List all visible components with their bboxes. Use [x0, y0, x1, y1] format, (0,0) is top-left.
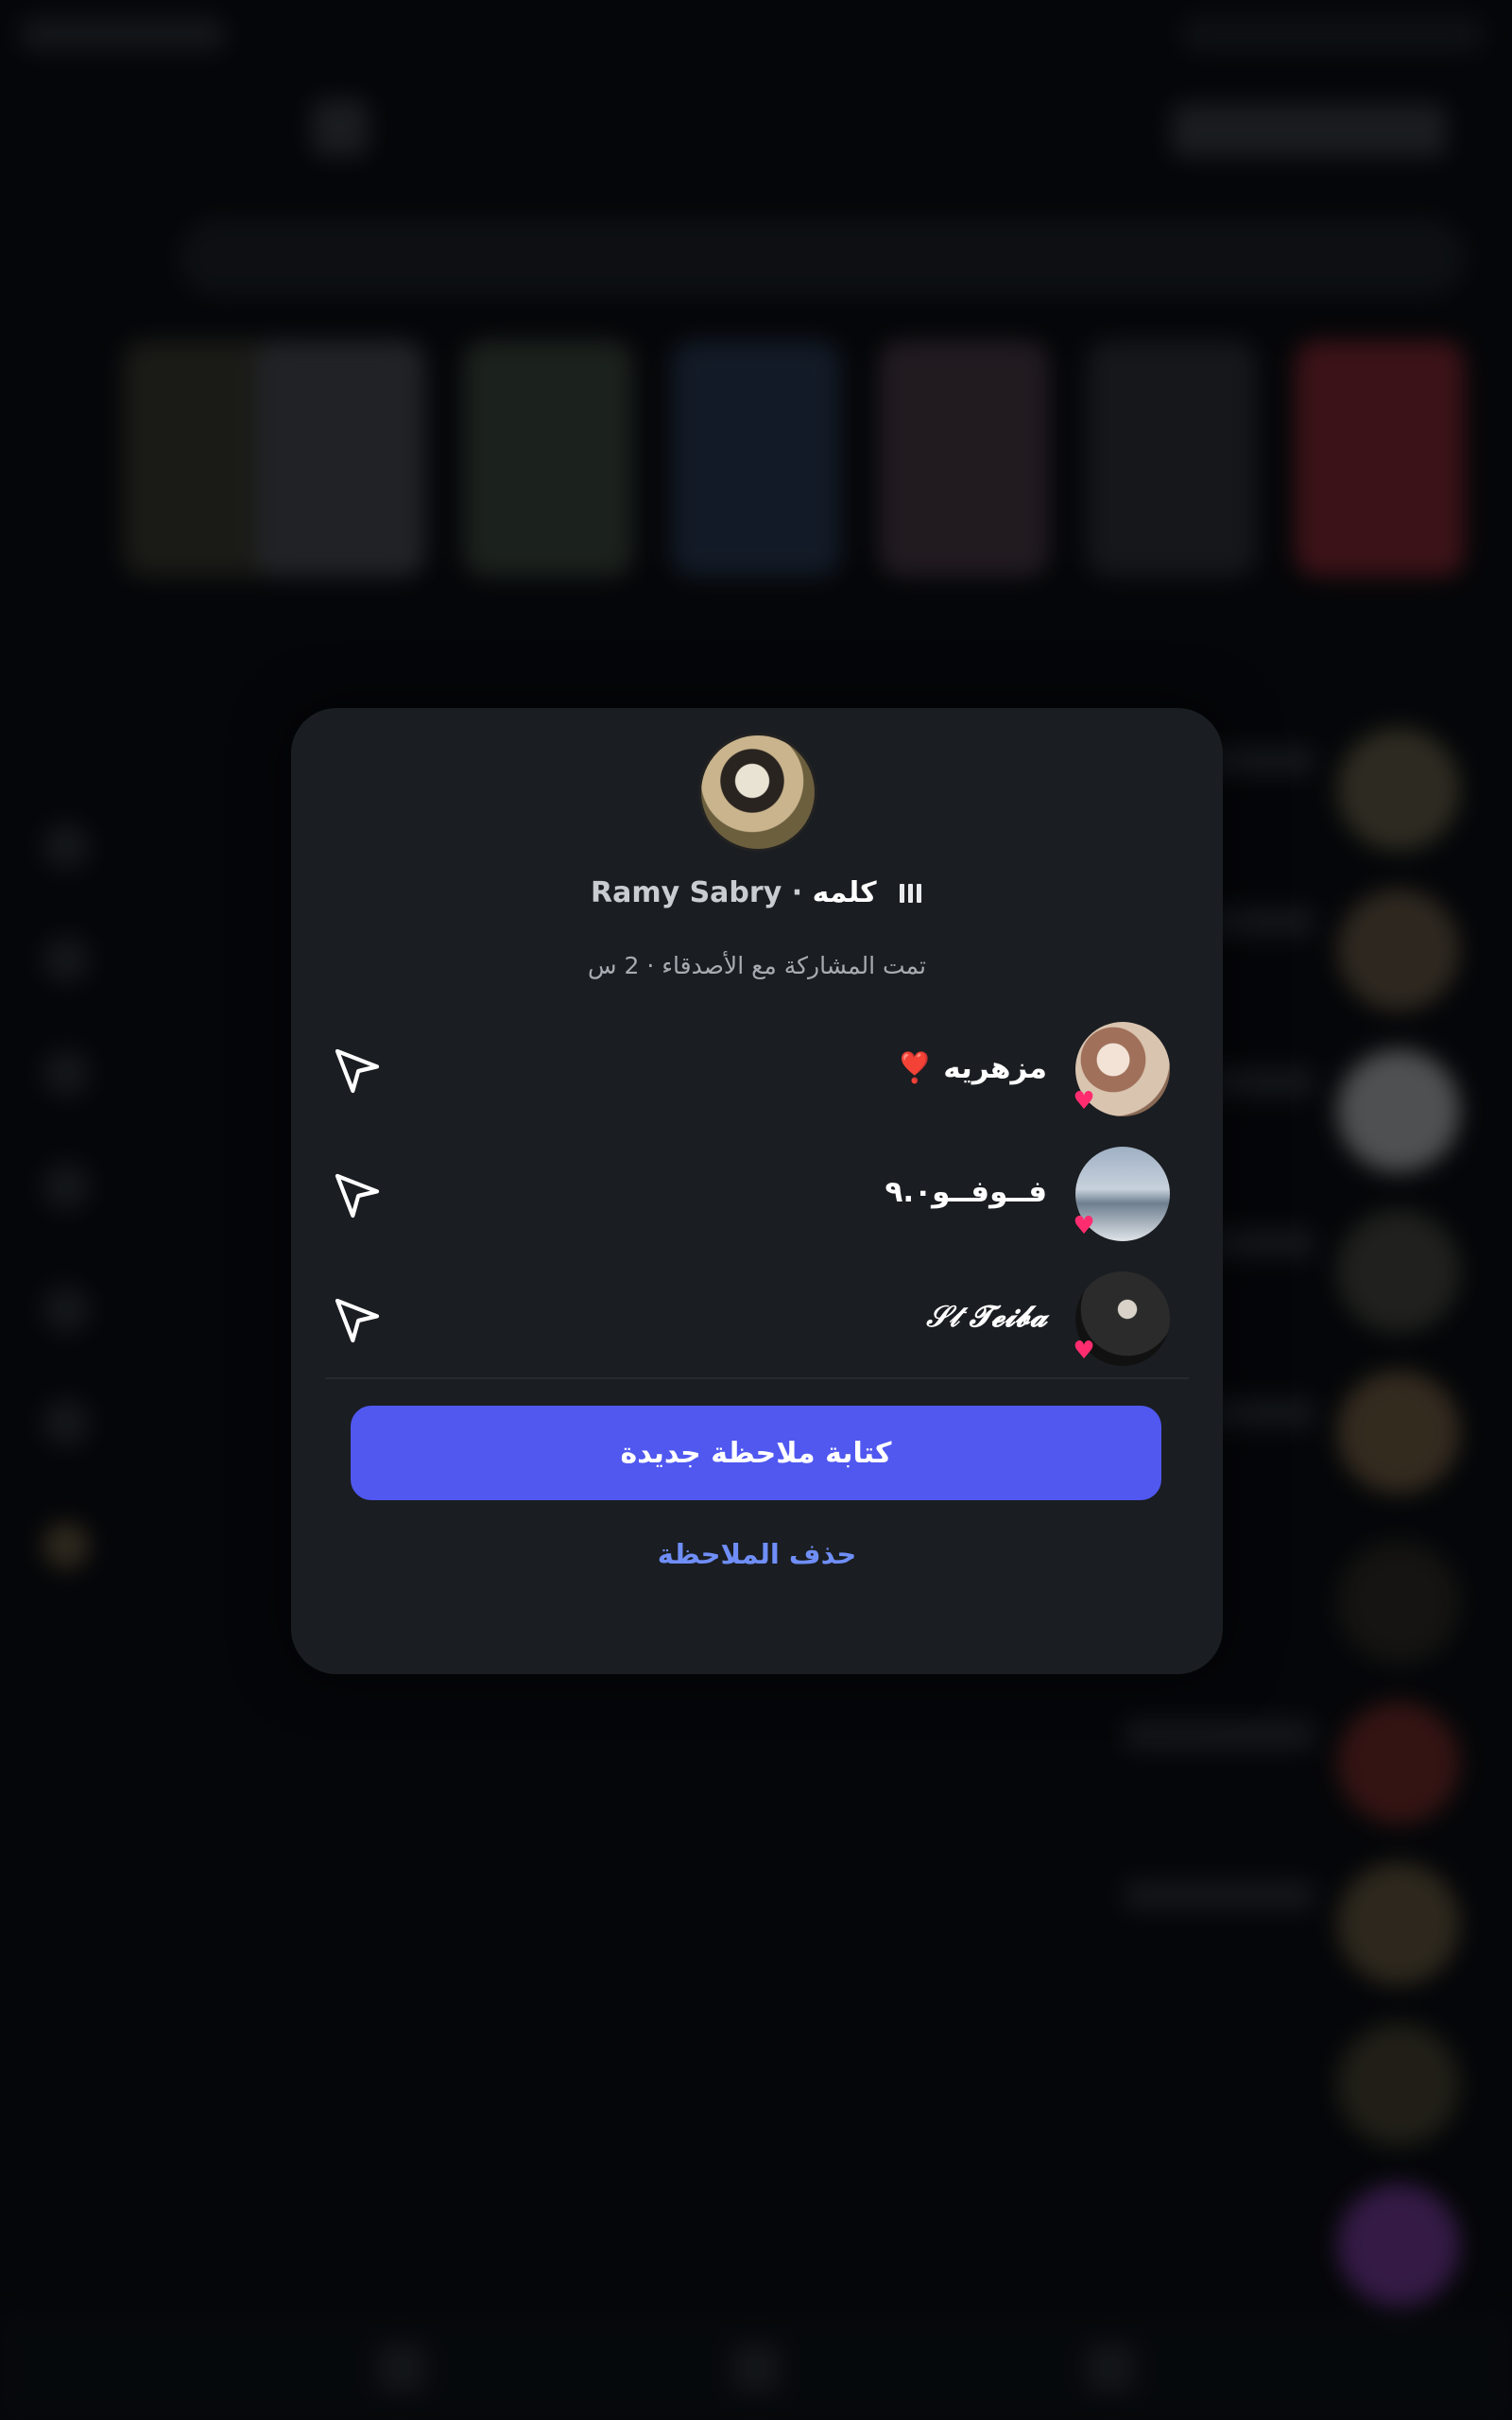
write-new-note-button[interactable]: كتابة ملاحظة جديدة	[351, 1406, 1161, 1500]
note-detail-modal: كلمه · Ramy Sabry تمت المشاركة مع الأصدق…	[291, 708, 1223, 1674]
audio-bars-icon	[898, 877, 923, 910]
note-header: كلمه · Ramy Sabry	[291, 876, 1223, 910]
reply-name: فــوفــو٩.٠	[885, 1175, 1047, 1209]
note-text: كلمه	[812, 876, 877, 909]
paper-plane-icon[interactable]	[331, 1045, 384, 1098]
reply-row[interactable]: ♥ 𝒮𝓉 𝓣𝓮𝓲𝓫𝓪	[291, 1271, 1223, 1375]
separator: ·	[791, 876, 803, 909]
delete-note-button[interactable]: حذف الملاحظة	[291, 1538, 1223, 1570]
screen: كلمه · Ramy Sabry تمت المشاركة مع الأصدق…	[0, 0, 1512, 2420]
author-avatar	[698, 733, 817, 852]
shared-info: تمت المشاركة مع الأصدقاء · 2 س	[588, 952, 926, 979]
author-name: Ramy Sabry	[590, 876, 782, 909]
reply-row[interactable]: ♥ مزهريه ❣️	[291, 1022, 1223, 1126]
reply-name: مزهريه ❣️	[896, 1051, 1047, 1085]
heart-icon: ♥	[1073, 1337, 1095, 1365]
heart-icon: ♥	[1073, 1087, 1095, 1115]
paper-plane-icon[interactable]	[331, 1294, 384, 1347]
paper-plane-icon[interactable]	[331, 1169, 384, 1222]
reply-name: 𝒮𝓉 𝓣𝓮𝓲𝓫𝓪	[926, 1300, 1047, 1334]
divider	[325, 1377, 1189, 1379]
reply-row[interactable]: ♥ فــوفــو٩.٠	[291, 1147, 1223, 1251]
heart-icon: ♥	[1073, 1212, 1095, 1240]
